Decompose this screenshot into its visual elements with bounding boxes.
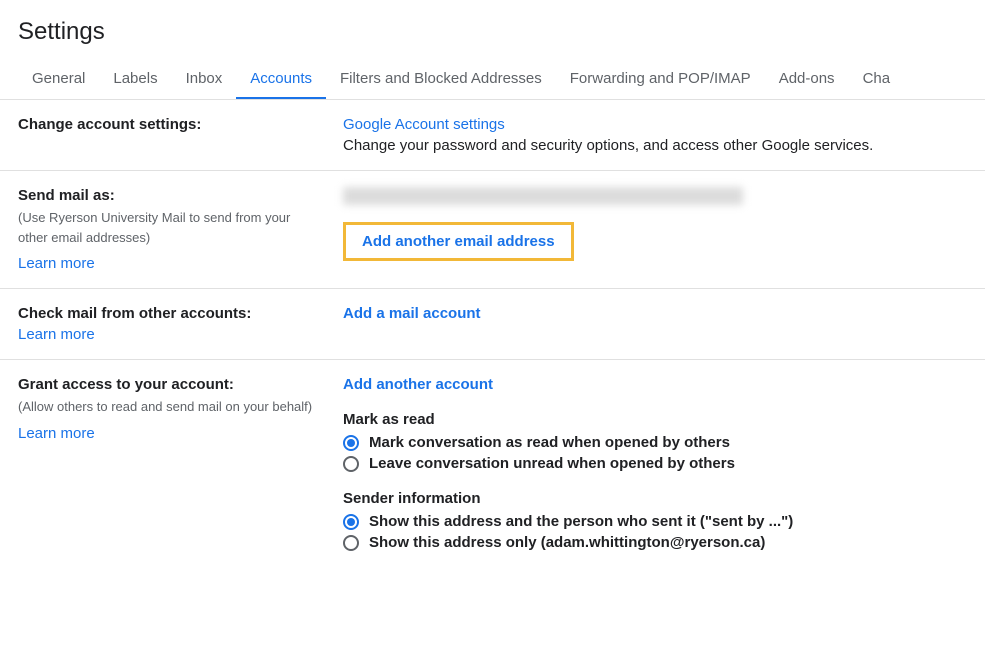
tab-chat[interactable]: Cha xyxy=(849,60,905,99)
section-grant-access: Grant access to your account: (Allow oth… xyxy=(0,360,985,571)
send-mail-as-title: Send mail as: xyxy=(18,187,323,204)
google-account-settings-link[interactable]: Google Account settings xyxy=(343,116,975,133)
tab-inbox[interactable]: Inbox xyxy=(172,60,237,99)
radio-label: Leave conversation unread when opened by… xyxy=(369,455,735,472)
radio-icon[interactable] xyxy=(343,435,359,451)
add-email-highlight: Add another email address xyxy=(343,222,574,261)
check-mail-title: Check mail from other accounts: xyxy=(18,305,323,322)
send-mail-as-learn-more[interactable]: Learn more xyxy=(18,255,95,272)
tab-addons[interactable]: Add-ons xyxy=(765,60,849,99)
tab-accounts[interactable]: Accounts xyxy=(236,60,326,99)
add-mail-account-link[interactable]: Add a mail account xyxy=(343,305,481,322)
radio-label: Show this address only (adam.whittington… xyxy=(369,534,765,551)
radio-icon[interactable] xyxy=(343,456,359,472)
add-another-email-link[interactable]: Add another email address xyxy=(362,233,555,250)
add-another-account-link[interactable]: Add another account xyxy=(343,376,493,393)
tab-filters[interactable]: Filters and Blocked Addresses xyxy=(326,60,556,99)
radio-label: Mark conversation as read when opened by… xyxy=(369,434,730,451)
tab-labels[interactable]: Labels xyxy=(99,60,171,99)
radio-icon[interactable] xyxy=(343,535,359,551)
tab-general[interactable]: General xyxy=(18,60,99,99)
grant-access-subtext: (Allow others to read and send mail on y… xyxy=(18,397,323,417)
tab-forwarding[interactable]: Forwarding and POP/IMAP xyxy=(556,60,765,99)
section-check-mail: Check mail from other accounts: Learn mo… xyxy=(0,289,985,360)
mark-as-read-option-1[interactable]: Mark conversation as read when opened by… xyxy=(343,434,975,451)
tabs-bar: General Labels Inbox Accounts Filters an… xyxy=(0,60,985,100)
change-account-title: Change account settings: xyxy=(18,116,323,133)
check-mail-learn-more[interactable]: Learn more xyxy=(18,326,95,343)
radio-label: Show this address and the person who sen… xyxy=(369,513,793,530)
page-title: Settings xyxy=(0,0,985,60)
change-account-desc: Change your password and security option… xyxy=(343,137,975,154)
sender-info-option-1[interactable]: Show this address and the person who sen… xyxy=(343,513,975,530)
section-change-account: Change account settings: Google Account … xyxy=(0,100,985,171)
grant-access-learn-more[interactable]: Learn more xyxy=(18,425,95,442)
section-send-mail-as: Send mail as: (Use Ryerson University Ma… xyxy=(0,171,985,289)
send-mail-as-subtext: (Use Ryerson University Mail to send fro… xyxy=(18,208,323,247)
send-mail-as-current-address xyxy=(343,187,743,205)
sender-info-option-2[interactable]: Show this address only (adam.whittington… xyxy=(343,534,975,551)
grant-access-title: Grant access to your account: xyxy=(18,376,323,393)
mark-as-read-option-2[interactable]: Leave conversation unread when opened by… xyxy=(343,455,975,472)
sender-info-heading: Sender information xyxy=(343,490,975,507)
radio-icon[interactable] xyxy=(343,514,359,530)
mark-as-read-heading: Mark as read xyxy=(343,411,975,428)
